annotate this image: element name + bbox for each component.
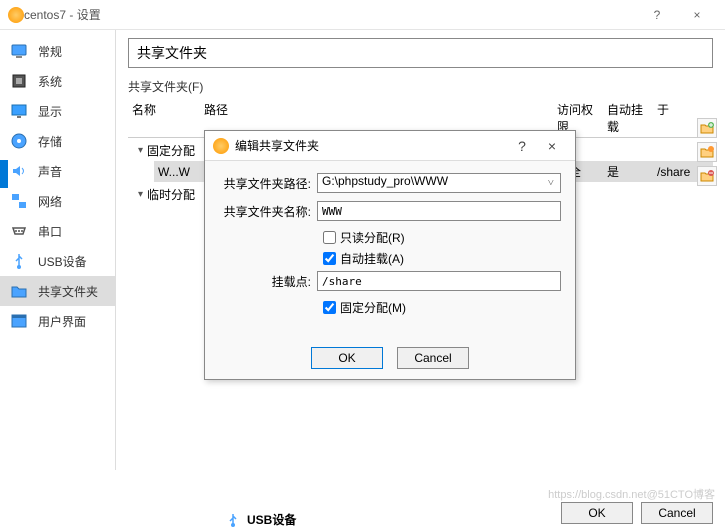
usb-icon <box>225 512 241 528</box>
sidebar-item-system[interactable]: 系统 <box>0 66 115 96</box>
readonly-label: 只读分配(R) <box>340 229 405 246</box>
remove-folder-button[interactable] <box>697 166 717 186</box>
sidebar-item-serial[interactable]: 串口 <box>0 216 115 246</box>
sidebar-item-usb[interactable]: USB设备 <box>0 246 115 276</box>
sidebar-item-audio[interactable]: 声音 <box>0 156 115 186</box>
cell-auto: 是 <box>603 163 653 180</box>
settings-sidebar: 常规 系统 显示 存储 声音 网络 串口 USB设备 <box>0 30 116 470</box>
serial-icon <box>10 222 28 240</box>
sidebar-label: 存储 <box>38 133 62 150</box>
mountpoint-input[interactable] <box>317 271 561 291</box>
dialog-close-button[interactable]: × <box>537 138 567 154</box>
path-label: 共享文件夹路径: <box>219 175 311 192</box>
panel-title: 共享文件夹 <box>137 43 704 63</box>
window-title: centos7 - 设置 <box>24 6 637 23</box>
col-name: 名称 <box>128 101 200 135</box>
dialog-body: 共享文件夹路径: G:\phpstudy_pro\WWW 共享文件夹名称: 只读… <box>205 161 575 332</box>
dialog-cancel-button[interactable]: Cancel <box>397 347 469 369</box>
sidebar-label: USB设备 <box>38 253 87 270</box>
folder-icon <box>10 282 28 300</box>
path-value: G:\phpstudy_pro\WWW <box>322 174 448 188</box>
sidebar-label: 串口 <box>38 223 62 240</box>
dialog-titlebar: 编辑共享文件夹 ? × <box>205 131 575 161</box>
permanent-label: 固定分配(M) <box>340 299 406 316</box>
display-icon <box>10 102 28 120</box>
dialog-title: 编辑共享文件夹 <box>235 137 507 154</box>
main-footer: OK Cancel <box>561 502 713 524</box>
sidebar-label: 网络 <box>38 193 62 210</box>
sidebar-item-storage[interactable]: 存储 <box>0 126 115 156</box>
chip-icon <box>10 72 28 90</box>
decorative-edge <box>0 160 8 188</box>
mountpoint-label: 挂载点: <box>219 273 311 290</box>
speaker-icon <box>10 162 28 180</box>
cell-name: W...W <box>154 165 200 179</box>
dialog-footer: OK Cancel <box>205 347 575 369</box>
monitor-icon <box>10 42 28 60</box>
sidebar-item-ui[interactable]: 用户界面 <box>0 306 115 336</box>
fieldset-label: 共享文件夹(F) <box>128 78 713 95</box>
edit-folder-button[interactable] <box>697 142 717 162</box>
permanent-checkbox[interactable] <box>323 301 336 314</box>
sidebar-item-network[interactable]: 网络 <box>0 186 115 216</box>
app-icon <box>8 7 24 23</box>
sidebar-item-sharedfolders[interactable]: 共享文件夹 <box>0 276 115 306</box>
sidebar-label: 常规 <box>38 43 62 60</box>
truncated-row: USB设备 <box>225 511 296 528</box>
name-input[interactable] <box>317 201 561 221</box>
truncated-label: USB设备 <box>247 511 296 528</box>
automount-checkbox[interactable] <box>323 252 336 265</box>
caret-icon: ▾ <box>138 145 143 156</box>
sidebar-label: 用户界面 <box>38 313 86 330</box>
network-icon <box>10 192 28 210</box>
add-folder-button[interactable] <box>697 118 717 138</box>
sidebar-item-general[interactable]: 常规 <box>0 36 115 66</box>
folder-actions <box>697 118 717 186</box>
name-label: 共享文件夹名称: <box>219 203 311 220</box>
readonly-checkbox[interactable] <box>323 231 336 244</box>
cancel-button[interactable]: Cancel <box>641 502 713 524</box>
panel-title-box: 共享文件夹 <box>128 38 713 68</box>
sidebar-label: 声音 <box>38 163 62 180</box>
caret-icon: ▾ <box>138 189 143 200</box>
watermark: https://blog.csdn.net@51CTO博客 <box>548 486 715 502</box>
tree-label: 固定分配 <box>147 142 195 159</box>
sidebar-item-display[interactable]: 显示 <box>0 96 115 126</box>
close-button[interactable]: × <box>677 0 717 30</box>
sidebar-label: 系统 <box>38 73 62 90</box>
disk-icon <box>10 132 28 150</box>
ui-icon <box>10 312 28 330</box>
dialog-icon <box>213 138 229 154</box>
edit-share-dialog: 编辑共享文件夹 ? × 共享文件夹路径: G:\phpstudy_pro\WWW… <box>204 130 576 380</box>
automount-label: 自动挂载(A) <box>340 250 404 267</box>
col-auto: 自动挂载 <box>603 101 653 135</box>
ok-button[interactable]: OK <box>561 502 633 524</box>
titlebar: centos7 - 设置 ? × <box>0 0 725 30</box>
path-combobox[interactable]: G:\phpstudy_pro\WWW <box>317 173 561 193</box>
tree-label: 临时分配 <box>147 186 195 203</box>
help-button[interactable]: ? <box>637 0 677 30</box>
usb-icon <box>10 252 28 270</box>
dialog-ok-button[interactable]: OK <box>311 347 383 369</box>
sidebar-label: 显示 <box>38 103 62 120</box>
dialog-help-button[interactable]: ? <box>507 138 537 154</box>
sidebar-label: 共享文件夹 <box>38 283 98 300</box>
